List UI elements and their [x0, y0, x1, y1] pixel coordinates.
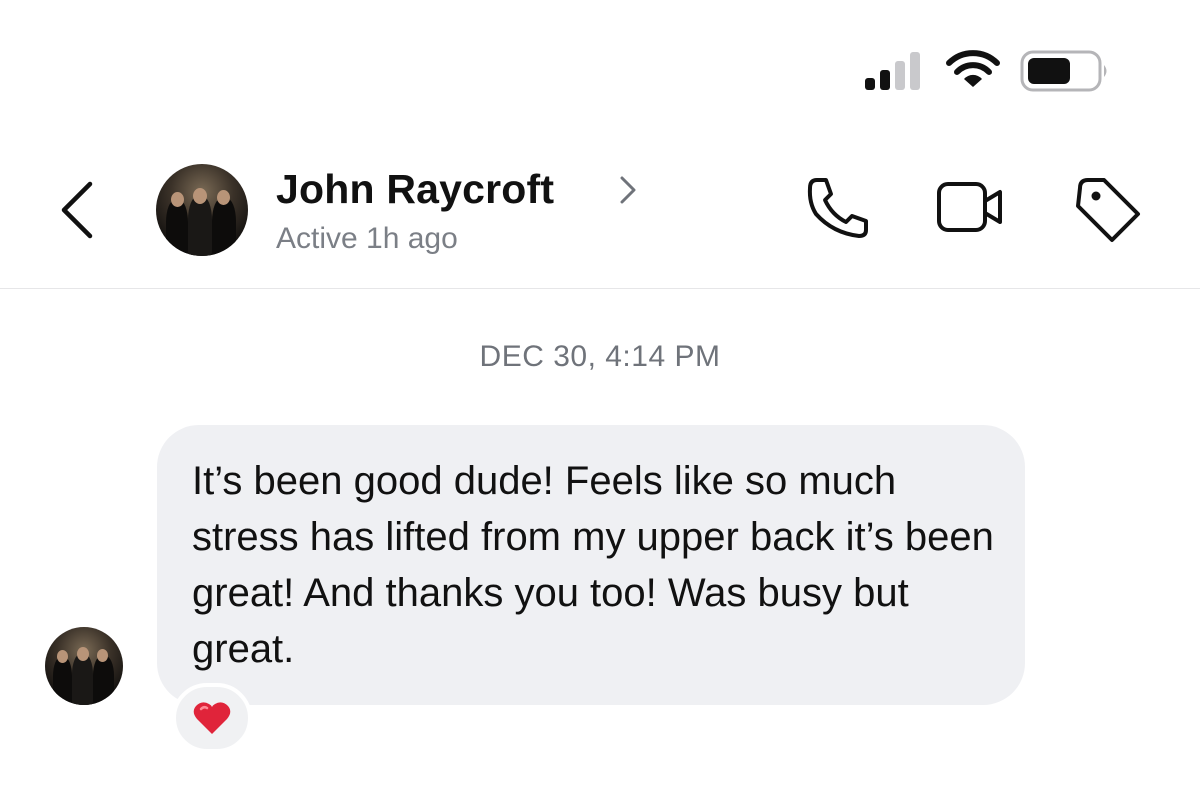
battery-icon — [1020, 50, 1112, 92]
chevron-left-icon — [61, 181, 93, 239]
wifi-icon — [945, 48, 1001, 90]
phone-icon — [807, 178, 868, 238]
message-bubble[interactable]: It’s been good dude! Feels like so much … — [157, 425, 1025, 705]
cellular-signal-icon — [865, 52, 925, 90]
contact-avatar[interactable] — [156, 164, 248, 256]
tag-button[interactable] — [1070, 170, 1146, 246]
video-call-button[interactable] — [930, 170, 1006, 246]
chevron-right-icon[interactable] — [616, 172, 640, 208]
message-reaction[interactable] — [172, 683, 252, 753]
message-timestamp: DEC 30, 4:14 PM — [479, 340, 721, 373]
status-bar — [0, 0, 1200, 130]
message-text: It’s been good dude! Feels like so much … — [192, 459, 994, 671]
tag-icon — [1076, 178, 1140, 242]
active-status: Active 1h ago — [276, 222, 458, 255]
voice-call-button[interactable] — [800, 170, 876, 246]
chat-header: John Raycroft Active 1h ago — [0, 130, 1200, 289]
sender-avatar[interactable] — [45, 627, 123, 705]
back-button[interactable] — [50, 178, 106, 242]
video-camera-icon — [937, 182, 1002, 232]
heart-icon — [193, 702, 231, 734]
contact-name[interactable]: John Raycroft — [276, 166, 554, 213]
